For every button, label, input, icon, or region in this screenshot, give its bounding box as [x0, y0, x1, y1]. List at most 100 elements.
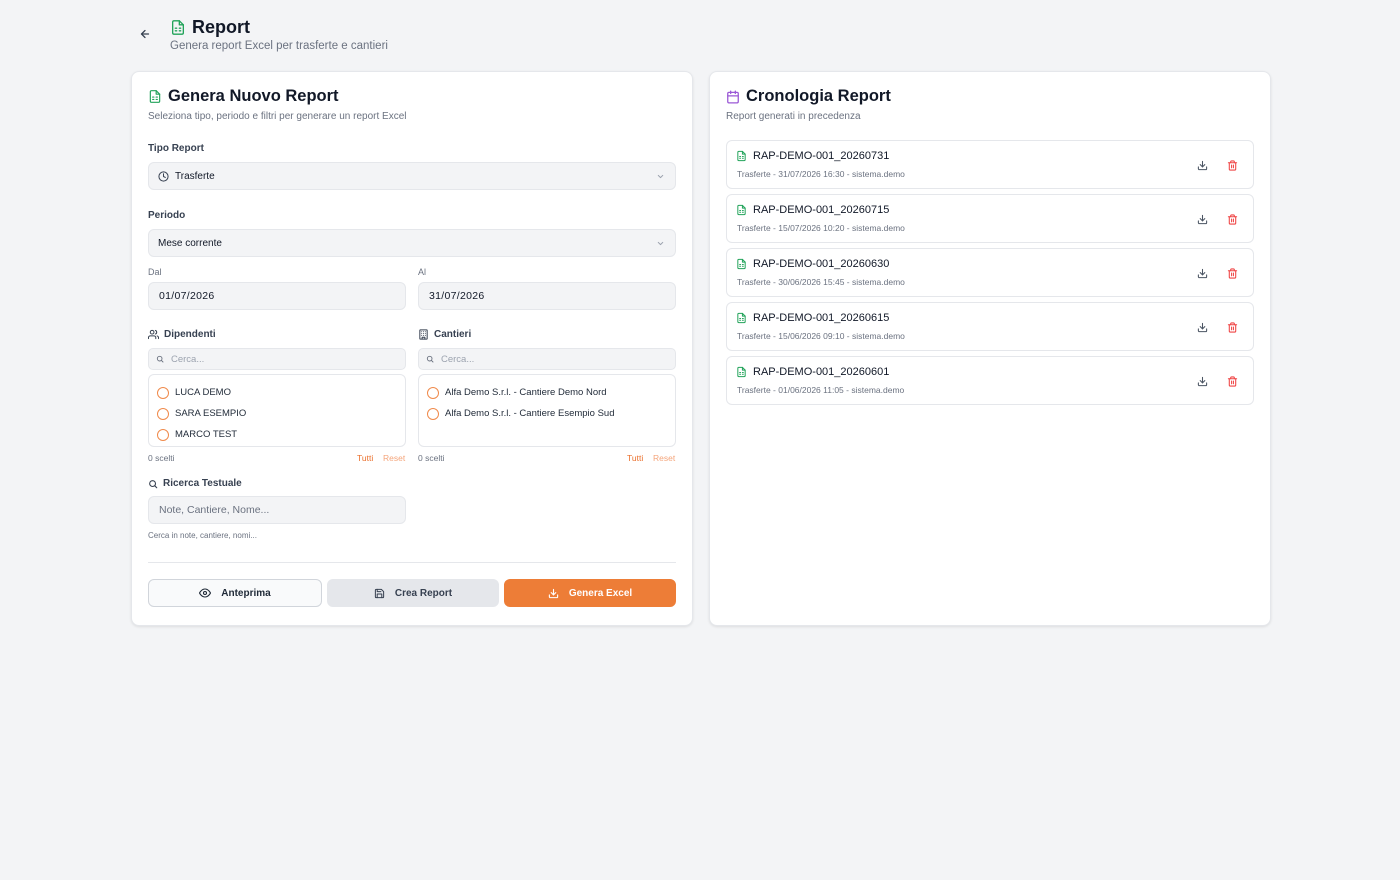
file-spreadsheet-icon — [737, 366, 746, 378]
download-report-button[interactable] — [1195, 158, 1209, 172]
header-title-row: Report — [170, 17, 250, 38]
file-spreadsheet-icon — [737, 312, 746, 324]
preview-button[interactable]: Anteprima — [148, 579, 322, 607]
back-button[interactable] — [138, 27, 152, 41]
generate-report-card: Genera Nuovo Report Seleziona tipo, peri… — [131, 71, 693, 626]
delete-report-button[interactable] — [1225, 320, 1239, 334]
dipendenti-reset-link[interactable]: Reset — [383, 453, 405, 463]
generate-excel-button-label: Genera Excel — [568, 587, 633, 599]
dipendenti-label: Dipendenti — [148, 329, 216, 340]
periodo-select[interactable]: Mese corrente — [148, 229, 676, 257]
search-icon — [149, 479, 158, 488]
ricerca-label-text: Ricerca Testuale — [163, 478, 242, 489]
generate-card-header: Genera Nuovo Report — [148, 87, 339, 106]
trash-icon — [1227, 267, 1237, 279]
download-icon — [1197, 214, 1207, 224]
periodo-label: Periodo — [148, 210, 186, 221]
cantieri-label-text: Cantieri — [434, 329, 472, 340]
cantieri-label: Cantieri — [418, 329, 471, 340]
users-icon — [148, 329, 159, 340]
delete-report-button[interactable] — [1225, 212, 1239, 226]
cantieri-count: 0 scelti — [418, 453, 445, 463]
file-spreadsheet-icon — [737, 204, 746, 216]
eye-icon — [199, 588, 212, 598]
al-date-input[interactable]: 31/07/2026 — [418, 282, 676, 310]
dipendenti-count: 0 scelti — [148, 453, 175, 463]
cantiere-option[interactable]: Alfa Demo S.r.l. - Cantiere Esempio Sud — [427, 403, 667, 424]
radio-circle[interactable] — [427, 386, 439, 399]
download-report-button[interactable] — [1195, 374, 1209, 388]
ricerca-placeholder: Note, Cantiere, Nome... — [159, 504, 270, 516]
radio-circle[interactable] — [157, 428, 169, 441]
file-spreadsheet-icon — [737, 258, 746, 270]
page-subtitle: Genera report Excel per trasferte e cant… — [170, 40, 388, 52]
report-history-item[interactable]: RAP-DEMO-001_20260731 Trasferte - 31/07/… — [726, 140, 1254, 189]
history-card-header: Cronologia Report — [726, 87, 891, 106]
dipendenti-list: LUCA DEMO SARA ESEMPIO MARCO TEST — [148, 374, 406, 447]
cantieri-list: Alfa Demo S.r.l. - Cantiere Demo Nord Al… — [418, 374, 676, 447]
download-icon — [548, 588, 558, 598]
trash-icon — [1227, 213, 1237, 225]
report-name: RAP-DEMO-001_20260731 — [753, 150, 890, 162]
report-name: RAP-DEMO-001_20260630 — [753, 258, 890, 270]
report-meta: Trasferte - 15/06/2026 09:10 - sistema.d… — [737, 331, 905, 341]
clock-icon — [158, 170, 169, 182]
report-meta: Trasferte - 31/07/2026 16:30 - sistema.d… — [737, 169, 905, 179]
dipendenti-select-all-link[interactable]: Tutti — [357, 453, 373, 463]
radio-circle[interactable] — [157, 407, 169, 420]
cantiere-option[interactable]: Alfa Demo S.r.l. - Cantiere Demo Nord — [427, 382, 667, 403]
report-name: RAP-DEMO-001_20260601 — [753, 366, 890, 378]
radio-circle[interactable] — [427, 407, 439, 420]
delete-report-button[interactable] — [1225, 158, 1239, 172]
ricerca-hint: Cerca in note, cantiere, nomi... — [148, 531, 257, 540]
delete-report-button[interactable] — [1225, 374, 1239, 388]
download-report-button[interactable] — [1195, 212, 1209, 226]
radio-circle[interactable] — [157, 386, 169, 399]
download-icon — [1197, 268, 1207, 278]
periodo-value: Mese corrente — [158, 237, 222, 249]
dipendenti-label-text: Dipendenti — [164, 329, 216, 340]
file-spreadsheet-icon — [737, 150, 746, 162]
dipendente-option[interactable]: SARA ESEMPIO — [157, 403, 397, 424]
trash-icon — [1227, 159, 1237, 171]
cantieri-search-input[interactable]: Cerca... — [418, 348, 676, 370]
dal-label: Dal — [148, 267, 162, 277]
al-label: Al — [418, 267, 427, 277]
report-history-item[interactable]: RAP-DEMO-001_20260715 Trasferte - 15/07/… — [726, 194, 1254, 243]
chevron-down-icon — [657, 241, 664, 246]
delete-report-button[interactable] — [1225, 266, 1239, 280]
tipo-report-select[interactable]: Trasferte — [148, 162, 676, 190]
ricerca-label: Ricerca Testuale — [148, 478, 242, 489]
trash-icon — [1227, 375, 1237, 387]
download-icon — [1197, 376, 1207, 386]
dipendente-option[interactable]: MARCO TEST — [157, 424, 397, 445]
report-meta: Trasferte - 15/07/2026 10:20 - sistema.d… — [737, 223, 905, 233]
download-icon — [1197, 160, 1207, 170]
ricerca-input[interactable]: Note, Cantiere, Nome... — [148, 496, 406, 524]
search-icon — [426, 355, 434, 363]
arrow-left-icon — [140, 29, 150, 39]
cantieri-reset-link[interactable]: Reset — [653, 453, 675, 463]
report-history-item[interactable]: RAP-DEMO-001_20260601 Trasferte - 01/06/… — [726, 356, 1254, 405]
report-name: RAP-DEMO-001_20260715 — [753, 204, 890, 216]
file-spreadsheet-icon — [149, 90, 161, 103]
trash-icon — [1227, 321, 1237, 333]
generate-excel-button[interactable]: Genera Excel — [504, 579, 676, 607]
tipo-report-label: Tipo Report — [148, 143, 204, 154]
search-icon — [156, 355, 164, 363]
history-card-title: Cronologia Report — [746, 87, 891, 105]
dipendenti-search-placeholder: Cerca... — [171, 353, 205, 365]
page-title: Report — [192, 17, 250, 37]
report-history-card: Cronologia Report Report generati in pre… — [709, 71, 1271, 626]
report-history-item[interactable]: RAP-DEMO-001_20260630 Trasferte - 30/06/… — [726, 248, 1254, 297]
cantieri-select-all-link[interactable]: Tutti — [627, 453, 643, 463]
create-report-button[interactable]: Crea Report — [327, 579, 499, 607]
dal-date-input[interactable]: 01/07/2026 — [148, 282, 406, 310]
create-report-button-label: Crea Report — [394, 587, 453, 599]
building-icon — [419, 329, 428, 340]
dipendente-option[interactable]: LUCA DEMO — [157, 382, 397, 403]
dipendenti-search-input[interactable]: Cerca... — [148, 348, 406, 370]
report-history-item[interactable]: RAP-DEMO-001_20260615 Trasferte - 15/06/… — [726, 302, 1254, 351]
download-report-button[interactable] — [1195, 320, 1209, 334]
download-report-button[interactable] — [1195, 266, 1209, 280]
